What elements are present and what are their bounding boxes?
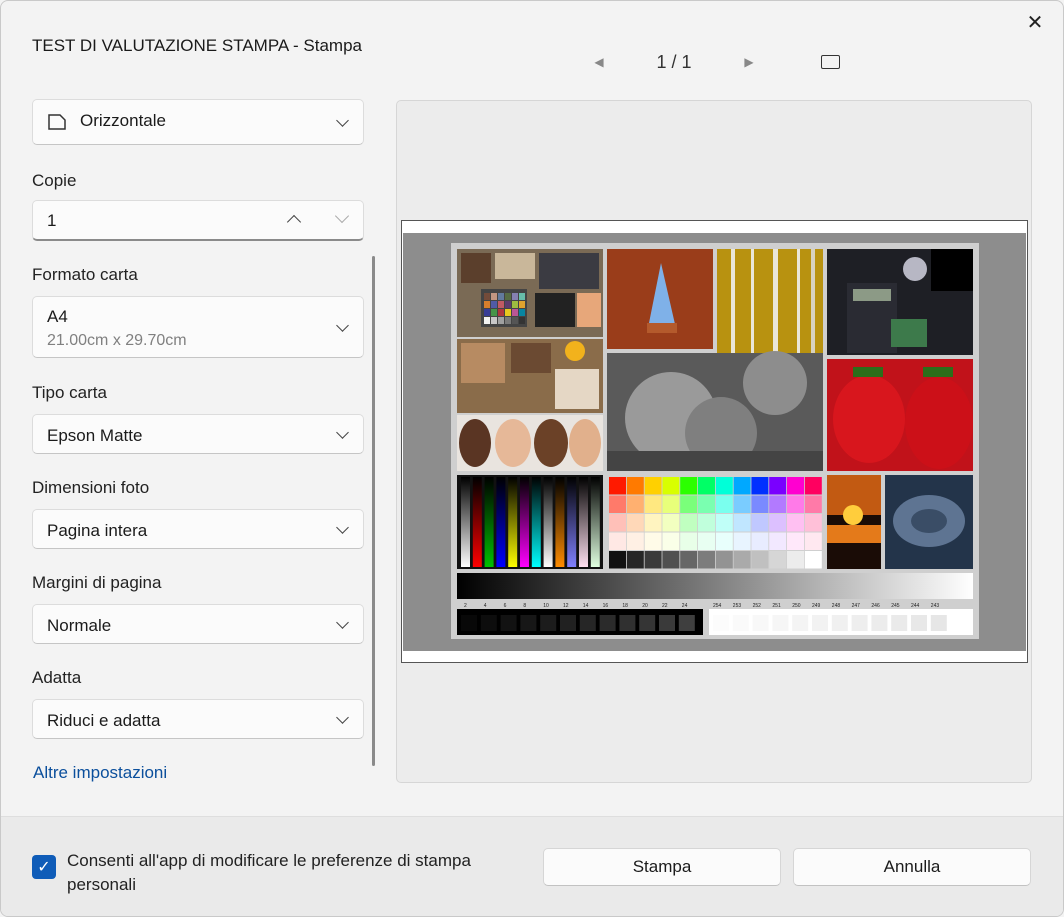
step-label-light: 252 xyxy=(753,603,762,609)
fit-label: Adatta xyxy=(32,668,82,687)
chevron-down-icon[interactable] xyxy=(334,208,350,224)
step-label-light: 250 xyxy=(792,603,801,609)
orientation-select[interactable]: Orizzontale xyxy=(32,99,364,145)
step-label-dark: 10 xyxy=(543,603,549,609)
paper-size-dimensions: 21.00cm x 29.70cm xyxy=(47,332,187,349)
preview-page: 2 4 6 8 10 12 14 16 18 20 22 24 254 253 252 251 250 249 24… xyxy=(401,220,1028,663)
test-chart-graphic: 2 4 6 8 10 12 14 16 18 20 22 24 254 253 252 251 250 249 24… xyxy=(457,249,973,635)
copies-value: 1 xyxy=(47,211,57,230)
allow-app-preferences-label: Consenti all'app di modificare le prefer… xyxy=(67,851,471,894)
more-settings-link[interactable]: Altre impostazioni xyxy=(33,763,167,783)
step-label-dark: 8 xyxy=(523,603,526,609)
paper-size-value: A4 xyxy=(47,307,68,326)
orientation-value: Orizzontale xyxy=(80,111,166,130)
step-label-dark: 12 xyxy=(563,603,569,609)
chevron-down-icon xyxy=(336,114,349,127)
margins-select[interactable]: Normale xyxy=(32,604,364,644)
paper-size-label: Formato carta xyxy=(32,265,138,284)
step-label-dark: 18 xyxy=(622,603,628,609)
step-label-dark: 24 xyxy=(682,603,688,609)
margins-label: Margini di pagina xyxy=(32,573,162,592)
step-label-light: 246 xyxy=(871,603,880,609)
step-label-light: 244 xyxy=(911,603,920,609)
step-label-dark: 6 xyxy=(504,603,507,609)
chevron-up-icon[interactable] xyxy=(286,214,302,230)
chevron-down-icon xyxy=(336,426,349,439)
page-orientation-icon xyxy=(48,114,66,130)
checkmark-icon: ✓ xyxy=(37,859,51,876)
print-dialog: TEST DI VALUTAZIONE STAMPA - Stampa ✕ ◀ … xyxy=(0,0,1064,917)
cancel-button[interactable]: Annulla xyxy=(793,848,1031,886)
step-label-dark: 20 xyxy=(642,603,648,609)
print-button[interactable]: Stampa xyxy=(543,848,781,886)
step-label-dark: 4 xyxy=(484,603,487,609)
chevron-down-icon xyxy=(336,711,349,724)
step-label-light: 243 xyxy=(931,603,940,609)
close-icon[interactable]: ✕ xyxy=(1017,7,1053,37)
next-page-icon[interactable]: ▶ xyxy=(739,49,759,75)
paper-size-select[interactable]: A4 21.00cm x 29.70cm xyxy=(32,296,364,358)
previous-page-icon[interactable]: ◀ xyxy=(589,49,609,75)
photo-size-label: Dimensioni foto xyxy=(32,478,150,497)
fit-select[interactable]: Riduci e adatta xyxy=(32,699,364,739)
fit-to-window-icon[interactable] xyxy=(817,49,843,75)
allow-app-preferences-checkbox[interactable]: ✓ xyxy=(32,855,56,879)
page-indicator: 1 / 1 xyxy=(656,51,692,72)
margins-value: Normale xyxy=(47,616,112,635)
chevron-down-icon xyxy=(336,521,349,534)
paper-type-value: Epson Matte xyxy=(47,426,143,445)
step-label-light: 248 xyxy=(832,603,841,609)
step-label-light: 249 xyxy=(812,603,821,609)
step-label-light: 247 xyxy=(852,603,861,609)
step-label-light: 253 xyxy=(733,603,742,609)
chevron-down-icon xyxy=(336,616,349,629)
photo-size-value: Pagina intera xyxy=(47,521,148,540)
step-label-dark: 14 xyxy=(583,603,589,609)
settings-scrollbar[interactable] xyxy=(372,256,375,766)
chevron-down-icon xyxy=(336,319,349,332)
step-label-light: 251 xyxy=(772,603,781,609)
photo-size-select[interactable]: Pagina intera xyxy=(32,509,364,549)
step-label-light: 245 xyxy=(891,603,900,609)
step-label-light: 254 xyxy=(713,603,722,609)
step-label-dark: 16 xyxy=(603,603,609,609)
test-chart-image: 2 4 6 8 10 12 14 16 18 20 22 24 254 253 252 251 250 249 24… xyxy=(451,243,979,639)
paper-type-select[interactable]: Epson Matte xyxy=(32,414,364,454)
step-label-dark: 2 xyxy=(464,603,467,609)
preview-page-background: 2 4 6 8 10 12 14 16 18 20 22 24 254 253 252 251 250 249 24… xyxy=(403,233,1026,651)
step-label-dark: 22 xyxy=(662,603,668,609)
dialog-footer: ✓ Consenti all'app di modificare le pref… xyxy=(1,816,1063,916)
paper-type-label: Tipo carta xyxy=(32,383,107,402)
copies-label: Copie xyxy=(32,171,77,190)
dialog-title: TEST DI VALUTAZIONE STAMPA - Stampa xyxy=(32,36,362,55)
fit-value: Riduci e adatta xyxy=(47,711,161,730)
copies-stepper[interactable]: 1 xyxy=(32,200,364,241)
